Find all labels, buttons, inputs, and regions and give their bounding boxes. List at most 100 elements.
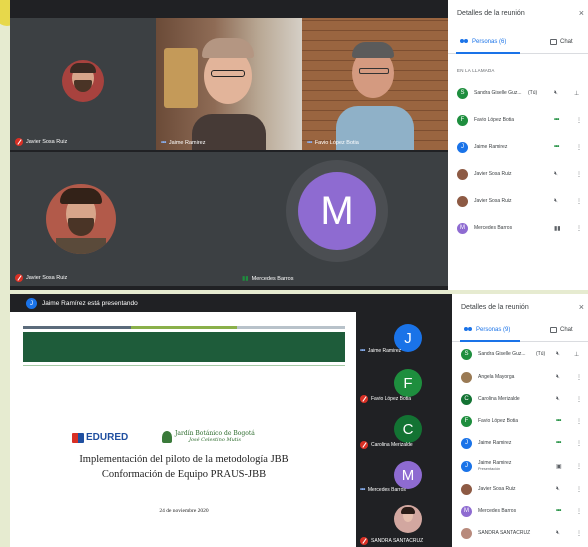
mic-off-icon xyxy=(360,537,368,545)
more-options-icon[interactable]: ⋮ xyxy=(576,171,582,178)
avatar xyxy=(46,184,116,254)
mic-off-icon xyxy=(15,138,23,146)
participant-row[interactable]: Angela Mayorga 🔇︎ ⋮ xyxy=(452,369,588,385)
tab-people[interactable]: Personas (9) xyxy=(464,327,510,333)
avatar: M xyxy=(394,461,422,489)
more-options-icon[interactable]: ⋮ xyxy=(576,440,582,447)
participant-tile[interactable]: M ••• Mercedes Barros xyxy=(356,451,452,497)
avatar xyxy=(461,527,472,539)
avatar: J xyxy=(457,141,468,153)
presentation-slide: EDURED Jardín Botánico de Bogotá José Ce… xyxy=(10,312,358,547)
chat-icon xyxy=(550,327,557,333)
pin-icon[interactable]: ⊥ xyxy=(574,90,579,97)
mic-off-icon: 🔇︎ xyxy=(556,485,560,492)
tab-people[interactable]: Personas (6) xyxy=(460,39,506,45)
video-tile[interactable]: Javier Sosa Ruiz xyxy=(10,152,156,286)
avatar: M xyxy=(461,505,472,517)
panel-tabs: Personas (9) Chat xyxy=(452,324,588,342)
participant-tile[interactable]: C Carolina Merizalde xyxy=(356,405,452,451)
mic-off-icon: 🔇︎ xyxy=(556,373,560,380)
avatar: C xyxy=(394,415,422,443)
more-options-icon[interactable]: ⋮ xyxy=(576,198,582,205)
avatar: M xyxy=(298,172,376,250)
close-icon[interactable]: × xyxy=(579,302,584,312)
video-tile[interactable]: M ▮▮ Mercedes Barros xyxy=(156,152,448,286)
tile-name-label: ••• Favio López Botia xyxy=(307,140,359,146)
speaking-indicator-icon: ••• xyxy=(307,140,312,146)
video-tile[interactable]: ••• Jaime Ramirez xyxy=(156,18,302,150)
more-options-icon[interactable]: ⋮ xyxy=(576,508,582,515)
more-options-icon[interactable]: ⋮ xyxy=(576,463,582,470)
meeting-details-panel: Detalles de la reunión × Personas (9) Ch… xyxy=(452,294,588,547)
participant-row[interactable]: J Jaime Ramirez Presentación ▣ ⋮ xyxy=(452,457,588,475)
more-options-icon[interactable]: ⋮ xyxy=(576,225,582,232)
avatar xyxy=(394,505,422,533)
tile-name-label: Javier Sosa Ruiz xyxy=(15,138,67,146)
more-options-icon[interactable]: ⋮ xyxy=(576,117,582,124)
participant-row[interactable]: M Mercedes Barros ▮▮ ⋮ xyxy=(448,220,588,236)
mic-off-icon: 🔇︎ xyxy=(556,395,560,402)
video-tile[interactable]: ••• Favio López Botia xyxy=(302,18,448,150)
tile-name-label: Carolina Merizalde xyxy=(360,441,413,449)
participant-row[interactable]: Javier Sosa Ruiz 🔇︎ ⋮ xyxy=(448,166,588,182)
participant-row[interactable]: J Jaime Ramirez ••• ⋮ xyxy=(448,139,588,155)
meet-grid-screenshot: Javier Sosa Ruiz ••• Jaime Ramirez ••• Fav… xyxy=(10,0,588,290)
close-icon[interactable]: × xyxy=(579,8,584,18)
jbb-logo: Jardín Botánico de Bogotá José Celestino… xyxy=(162,430,255,443)
participant-row[interactable]: S Sandra Giselle Guz... (Tú) 🔇︎ ⊥ xyxy=(448,85,588,101)
speaking-indicator-icon: ••• xyxy=(161,140,166,146)
tile-name-label: ••• Jaime Ramirez xyxy=(360,348,402,354)
participant-tile[interactable]: F Favio López Botia xyxy=(356,359,452,405)
more-options-icon[interactable]: ⋮ xyxy=(576,486,582,493)
speaking-indicator-icon: ••• xyxy=(554,117,559,123)
avatar: S xyxy=(457,87,468,99)
presenter-text: Jaime Ramírez está presentando xyxy=(42,300,138,307)
mic-off-icon[interactable]: 🔇︎ xyxy=(556,351,560,358)
more-options-icon[interactable]: ⋮ xyxy=(576,396,582,403)
participant-row[interactable]: C Carolina Merizalde 🔇︎ ⋮ xyxy=(452,391,588,407)
section-heading: EN LA LLAMADA xyxy=(457,68,495,73)
more-options-icon[interactable]: ⋮ xyxy=(576,374,582,381)
chat-icon xyxy=(550,39,557,45)
participant-tile[interactable]: J ••• Jaime Ramirez xyxy=(356,312,452,359)
avatar xyxy=(457,168,468,180)
avatar: F xyxy=(461,415,472,427)
tab-chat[interactable]: Chat xyxy=(550,39,573,45)
edured-logo: EDURED xyxy=(72,432,128,443)
slide-banner xyxy=(23,332,345,362)
meeting-details-panel: Detalles de la reunión × Personas (6) Ch… xyxy=(448,0,588,290)
participant-row[interactable]: Javier Sosa Ruiz 🔇︎ ⋮ xyxy=(452,481,588,497)
participant-row[interactable]: SANDRA SANTACRUZ 🔇︎ ⋮ xyxy=(452,525,588,541)
more-options-icon[interactable]: ⋮ xyxy=(576,418,582,425)
participant-row[interactable]: M Mercedes Barros ••• ⋮ xyxy=(452,503,588,519)
mic-off-icon xyxy=(360,441,368,449)
tab-chat[interactable]: Chat xyxy=(550,327,573,333)
audio-level-icon: ▮▮ xyxy=(242,276,249,282)
slide-title: Implementación del piloto de la metodolo… xyxy=(79,454,289,465)
audio-level-icon: ▮▮ xyxy=(554,225,561,232)
participant-row[interactable]: F Favio López Botia ••• ⋮ xyxy=(452,413,588,429)
panel-title: Detalles de la reunión xyxy=(457,10,525,17)
pin-icon[interactable]: ⊥ xyxy=(574,351,579,358)
mic-off-icon xyxy=(360,395,368,403)
slide-subtitle: Conformación de Equipo PRAUS-JBB xyxy=(101,469,267,480)
speaking-indicator-icon: ••• xyxy=(554,144,559,150)
speaking-indicator-icon: ••• xyxy=(556,440,561,446)
mic-off-icon[interactable]: 🔇︎ xyxy=(554,90,558,97)
participant-row[interactable]: S Sandra Giselle Guz... (Tú) 🔇︎ ⊥ xyxy=(452,346,588,362)
participant-row[interactable]: Javier Sosa Ruiz 🔇︎ ⋮ xyxy=(448,193,588,209)
video-tile[interactable]: Javier Sosa Ruiz xyxy=(10,18,156,150)
panel-title: Detalles de la reunión xyxy=(461,304,529,311)
avatar: J xyxy=(26,298,37,309)
participant-row[interactable]: J Jaime Ramirez ••• ⋮ xyxy=(452,435,588,451)
more-options-icon[interactable]: ⋮ xyxy=(576,144,582,151)
tile-name-label: ••• Jaime Ramirez xyxy=(161,140,206,146)
participant-row[interactable]: F Favio López Botia ••• ⋮ xyxy=(448,112,588,128)
presentation-icon: ▣ xyxy=(556,463,562,470)
avatar xyxy=(457,195,468,207)
tile-name-label: Favio López Botia xyxy=(360,395,411,403)
participant-tile[interactable]: SANDRA SANTACRUZ xyxy=(356,497,452,547)
people-icon xyxy=(464,327,473,333)
meet-presentation-screenshot: J Jaime Ramírez está presentando EDURED … xyxy=(10,294,588,547)
more-options-icon[interactable]: ⋮ xyxy=(576,530,582,537)
